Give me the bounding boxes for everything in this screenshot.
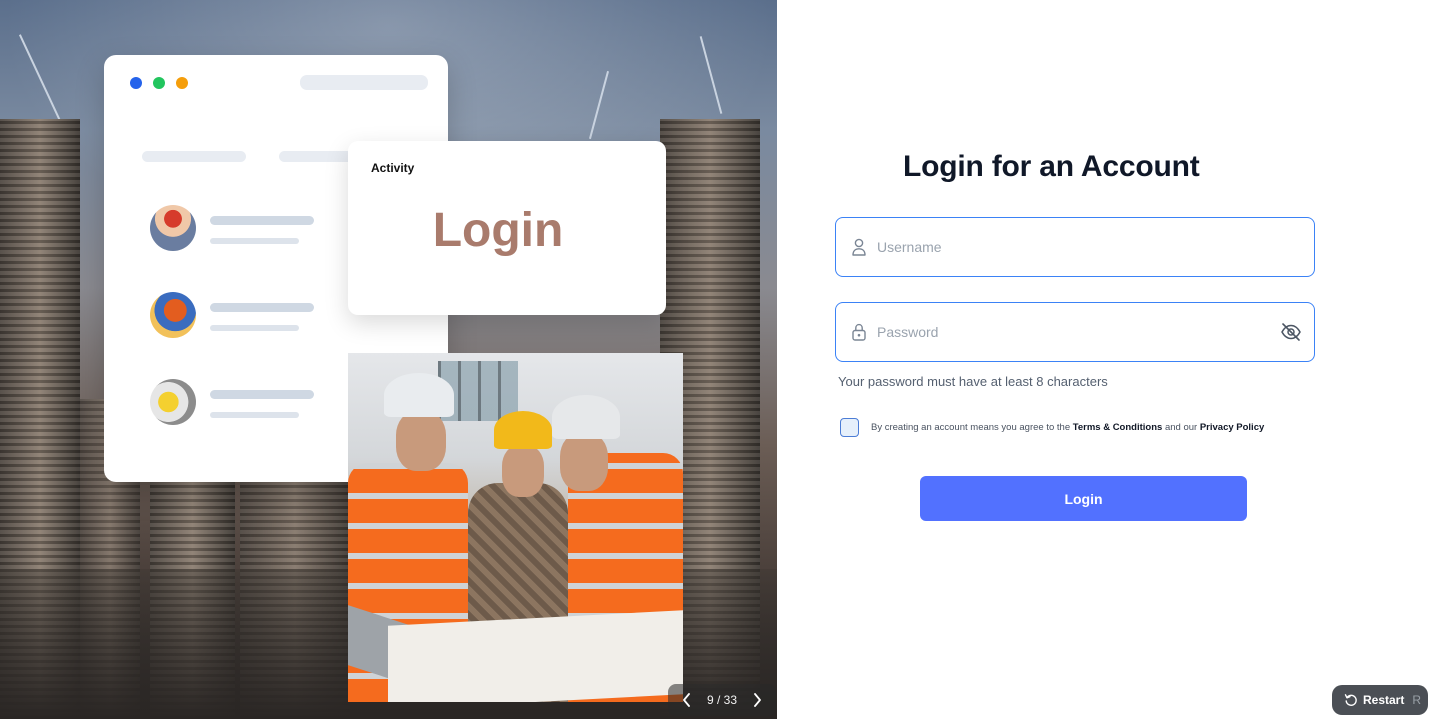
placeholder-bar	[279, 151, 359, 162]
restart-shortcut: R	[1412, 693, 1422, 707]
terms-middle: and our	[1164, 421, 1198, 433]
engineer-face	[560, 433, 608, 491]
restart-icon	[1344, 694, 1357, 706]
placeholder-bar	[142, 151, 246, 162]
engineer-face	[396, 411, 446, 471]
slide-pager: 9 / 33	[668, 684, 776, 716]
terms-link[interactable]: Terms & Conditions	[1073, 422, 1163, 433]
window-dot-blue	[130, 77, 142, 89]
placeholder-line	[210, 325, 299, 331]
tools-avatar	[150, 379, 196, 425]
previous-slide-button[interactable]	[678, 690, 696, 710]
window-dot-orange	[176, 77, 188, 89]
restart-button[interactable]: Restart R	[1332, 685, 1428, 715]
placeholder-line	[210, 390, 314, 399]
user-icon	[852, 238, 866, 256]
terms-checkbox[interactable]	[840, 417, 859, 437]
chevron-left-icon	[683, 693, 690, 707]
hard-hat	[552, 395, 620, 439]
username-field	[835, 217, 1315, 277]
helmet-avatar	[150, 292, 196, 338]
privacy-policy-link[interactable]: Privacy Policy	[1200, 422, 1264, 433]
lock-icon	[852, 323, 866, 341]
restart-label: Restart	[1363, 693, 1405, 707]
login-page: Activity Login 9 / 33 Login for an Accou…	[0, 0, 1434, 719]
activity-card-headline: Login	[432, 204, 564, 257]
hard-hat	[384, 373, 454, 417]
activity-card-title: Activity	[371, 161, 415, 175]
engineers-photo	[348, 353, 683, 702]
engineer-face	[502, 445, 544, 497]
placeholder-line	[210, 303, 314, 312]
placeholder-bar	[300, 75, 428, 90]
password-input[interactable]	[877, 303, 1277, 360]
placeholder-line	[210, 412, 299, 418]
form-title: Login for an Account	[903, 150, 1200, 183]
password-hint: Your password must have at least 8 chara…	[838, 374, 1108, 389]
terms-text: By creating an account means you agree t…	[871, 422, 1264, 433]
password-field	[835, 302, 1315, 362]
activity-card: Activity Login	[348, 141, 666, 315]
login-button[interactable]: Login	[920, 476, 1247, 521]
hard-hat	[494, 411, 552, 449]
eye-off-icon[interactable]	[1280, 322, 1302, 342]
blueprint-paper	[388, 610, 683, 702]
worker-avatar	[150, 205, 196, 251]
slide-counter: 9 / 33	[706, 693, 738, 707]
hero-panel: Activity Login 9 / 33	[0, 0, 777, 719]
terms-prefix: By creating an account means you agree t…	[871, 421, 1071, 433]
chevron-right-icon	[754, 693, 761, 707]
next-slide-button[interactable]	[748, 690, 766, 710]
terms-agreement: By creating an account means you agree t…	[840, 417, 1264, 437]
username-input[interactable]	[877, 218, 1277, 275]
placeholder-line	[210, 216, 314, 225]
placeholder-line	[210, 238, 299, 244]
window-dot-green	[153, 77, 165, 89]
